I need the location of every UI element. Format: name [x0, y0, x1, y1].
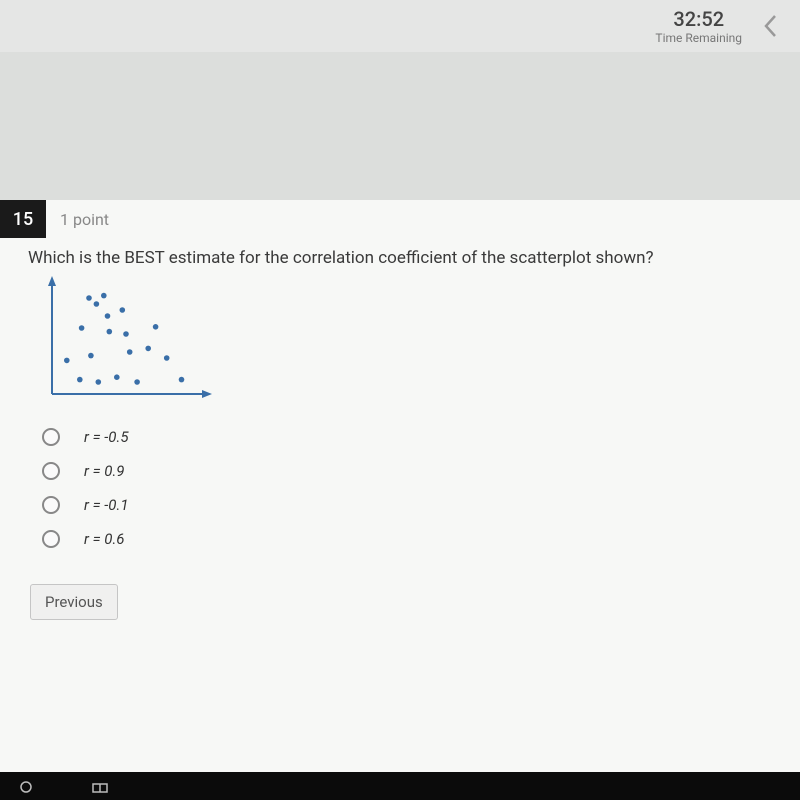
timer-value: 32:52 [655, 7, 742, 31]
back-button[interactable] [752, 7, 790, 45]
scatter-point [145, 346, 151, 352]
scatter-point [64, 358, 70, 364]
scatter-point [88, 353, 94, 359]
scatter-point [164, 355, 170, 361]
scatter-point [86, 295, 92, 301]
scatter-point [114, 374, 120, 380]
scatter-point [127, 349, 133, 355]
scatter-point [96, 379, 102, 385]
scatter-point [107, 329, 113, 335]
scatter-point [101, 293, 107, 299]
scatter-point [77, 377, 83, 383]
option-label: r = -0.5 [84, 428, 129, 446]
scatterplot [0, 276, 800, 410]
answer-option[interactable]: r = -0.1 [42, 488, 800, 522]
option-label: r = 0.9 [84, 462, 124, 480]
question-header: 15 1 point [0, 200, 800, 238]
radio-button[interactable] [42, 496, 60, 514]
timer-label: Time Remaining [655, 31, 742, 45]
scatter-point [120, 307, 126, 313]
scatter-point [134, 379, 140, 385]
scatter-point [79, 325, 85, 331]
previous-button[interactable]: Previous [30, 584, 118, 620]
scatter-point [123, 331, 129, 337]
circle-icon [20, 781, 32, 797]
question-number: 15 [0, 200, 46, 238]
question-points: 1 point [60, 210, 109, 229]
radio-button[interactable] [42, 530, 60, 548]
radio-button[interactable] [42, 428, 60, 446]
header-bar: 32:52 Time Remaining [0, 0, 800, 52]
nav-icons [20, 781, 108, 797]
scatter-point [179, 377, 185, 383]
device-bottom-bar [0, 772, 800, 800]
answer-option[interactable]: r = 0.9 [42, 454, 800, 488]
answer-options: r = -0.5 r = 0.9 r = -0.1 r = 0.6 [0, 410, 800, 556]
scatter-point [153, 324, 159, 330]
timer-block: 32:52 Time Remaining [655, 7, 742, 45]
recents-icon [92, 782, 108, 797]
radio-button[interactable] [42, 462, 60, 480]
question-text: Which is the BEST estimate for the corre… [0, 238, 800, 276]
scatter-point [105, 313, 111, 319]
option-label: r = -0.1 [84, 496, 129, 514]
option-label: r = 0.6 [84, 530, 124, 548]
question-card: 15 1 point Which is the BEST estimate fo… [0, 200, 800, 772]
content-gap [0, 52, 800, 200]
scatter-point [94, 301, 100, 307]
answer-option[interactable]: r = -0.5 [42, 420, 800, 454]
chevron-left-icon [761, 12, 781, 40]
answer-option[interactable]: r = 0.6 [42, 522, 800, 556]
